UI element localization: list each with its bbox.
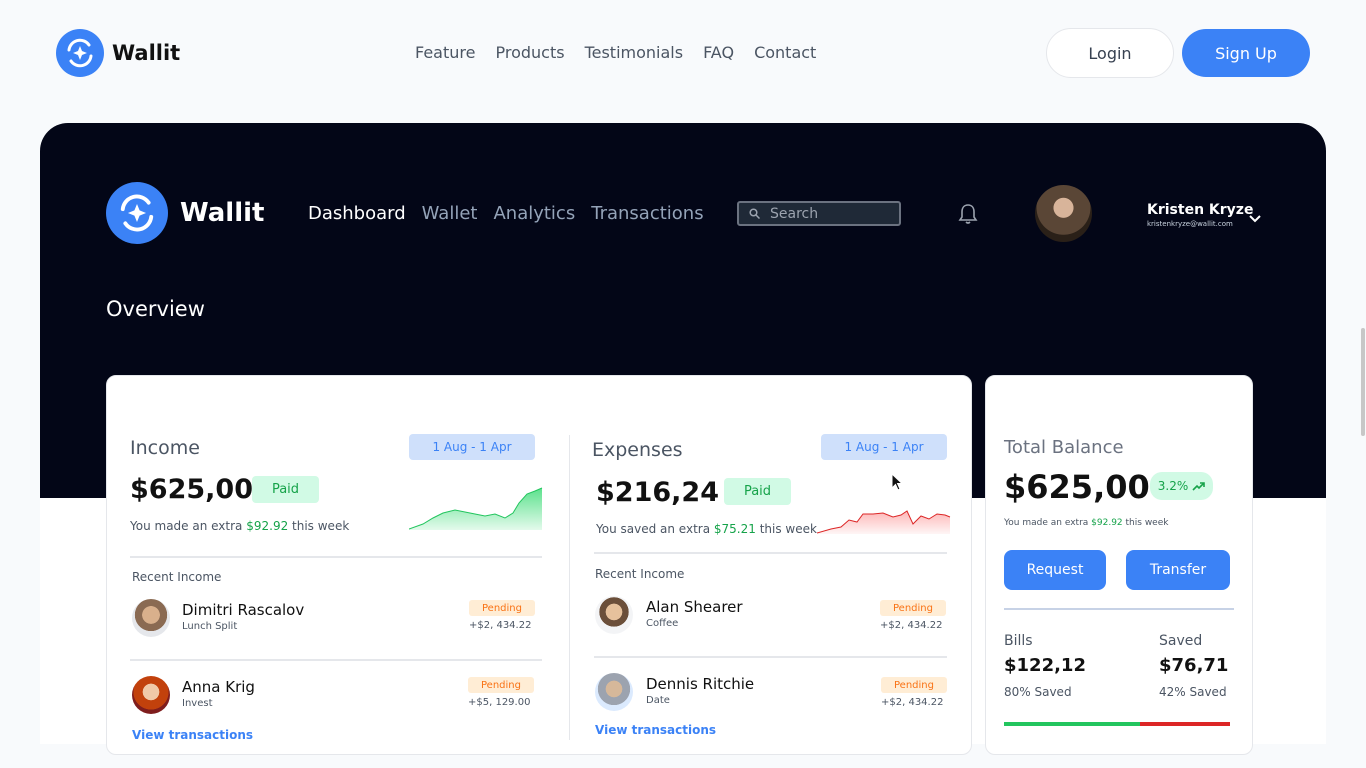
site-brand[interactable]: Wallit xyxy=(112,41,180,65)
avatar xyxy=(595,596,633,634)
status-badge: Pending xyxy=(880,600,946,616)
saved-value: $76,71 xyxy=(1159,655,1229,676)
nav-link-products[interactable]: Products xyxy=(495,43,564,62)
bills-value: $122,12 xyxy=(1004,655,1086,676)
bills-sub: 80% Saved xyxy=(1004,685,1072,699)
income-amount: $625,00 xyxy=(130,474,253,505)
status-badge: Pending xyxy=(881,677,947,693)
view-transactions-link[interactable]: View transactions xyxy=(132,728,253,742)
expenses-divider xyxy=(594,552,947,554)
row-divider xyxy=(130,659,542,661)
request-button[interactable]: Request xyxy=(1004,550,1106,590)
avatar xyxy=(132,599,170,637)
income-item-amount: +$2, 434.22 xyxy=(469,620,532,631)
expense-item-name: Alan Shearer xyxy=(646,598,743,616)
search-input[interactable] xyxy=(770,205,880,222)
logo-icon[interactable] xyxy=(106,182,168,244)
income-item-sub: Lunch Split xyxy=(182,621,238,632)
bills-label: Bills xyxy=(1004,633,1033,649)
balance-amount: $625,00 xyxy=(1004,468,1150,506)
expense-item-amount: +$2, 434.22 xyxy=(881,697,944,708)
status-badge: Pending xyxy=(469,600,535,616)
search-box xyxy=(737,201,901,226)
view-transactions-link[interactable]: View transactions xyxy=(595,723,716,737)
expenses-note: You saved an extra $75.21 this week xyxy=(596,522,817,536)
bills-saved-progress xyxy=(1004,722,1230,726)
transfer-button[interactable]: Transfer xyxy=(1126,550,1230,590)
expenses-sparkline xyxy=(817,510,951,534)
income-date-range[interactable]: 1 Aug - 1 Apr xyxy=(409,434,535,460)
signup-button[interactable]: Sign Up xyxy=(1182,29,1310,77)
status-badge: Pending xyxy=(468,677,534,693)
login-button[interactable]: Login xyxy=(1046,28,1174,78)
tab-transactions[interactable]: Transactions xyxy=(591,203,703,224)
chevron-down-icon[interactable] xyxy=(1249,208,1261,227)
dashboard-brand[interactable]: Wallit xyxy=(180,198,264,228)
cursor-icon xyxy=(891,472,904,495)
search-icon xyxy=(749,208,760,219)
income-status-badge: Paid xyxy=(252,476,319,503)
tab-analytics[interactable]: Analytics xyxy=(493,203,575,224)
income-expenses-card xyxy=(106,375,972,755)
page-scrollbar[interactable] xyxy=(1361,328,1365,436)
expenses-date-range[interactable]: 1 Aug - 1 Apr xyxy=(821,434,947,460)
logo-icon[interactable] xyxy=(56,29,104,77)
income-title: Income xyxy=(130,437,200,459)
user-avatar[interactable] xyxy=(1035,185,1092,242)
expenses-title: Expenses xyxy=(592,439,683,461)
expenses-amount: $216,24 xyxy=(596,477,719,508)
expense-item-amount: +$2, 434.22 xyxy=(880,620,943,631)
saved-sub: 42% Saved xyxy=(1159,685,1227,699)
site-navbar: Wallit Feature Products Testimonials FAQ… xyxy=(0,0,1366,106)
income-note: You made an extra $92.92 this week xyxy=(130,519,350,533)
saved-progress-fill xyxy=(1139,722,1230,726)
balance-change-badge: 3.2% xyxy=(1150,472,1213,500)
nav-link-faq[interactable]: FAQ xyxy=(703,43,734,62)
income-item-amount: +$5, 129.00 xyxy=(468,697,531,708)
income-item-name: Dimitri Rascalov xyxy=(182,601,305,619)
balance-note: You made an extra $92.92 this week xyxy=(1004,518,1169,528)
user-name[interactable]: Kristen Kryze xyxy=(1147,202,1253,218)
row-divider xyxy=(594,656,947,658)
saved-label: Saved xyxy=(1159,633,1203,649)
balance-change-value: 3.2% xyxy=(1157,479,1189,493)
expenses-status-badge: Paid xyxy=(724,478,791,505)
income-item-sub: Invest xyxy=(182,698,213,709)
expense-item-sub: Coffee xyxy=(646,618,679,629)
avatar xyxy=(595,673,633,711)
page-title: Overview xyxy=(106,297,205,321)
tab-dashboard[interactable]: Dashboard xyxy=(308,203,406,224)
nav-link-contact[interactable]: Contact xyxy=(754,43,816,62)
nav-link-feature[interactable]: Feature xyxy=(415,43,475,62)
expense-item-sub: Date xyxy=(646,695,670,706)
tab-wallet[interactable]: Wallet xyxy=(422,203,478,224)
balance-title: Total Balance xyxy=(1004,437,1124,458)
expense-item-name: Dennis Ritchie xyxy=(646,675,755,693)
column-divider xyxy=(569,435,570,740)
bell-icon[interactable] xyxy=(957,202,979,226)
site-nav-links: Feature Products Testimonials FAQ Contac… xyxy=(415,43,816,62)
dashboard-tabs: Dashboard Wallet Analytics Transactions xyxy=(308,203,704,224)
income-divider xyxy=(130,556,542,558)
income-item-name: Anna Krig xyxy=(182,678,255,696)
recent-income-label: Recent Income xyxy=(132,570,222,584)
avatar xyxy=(132,676,170,714)
trend-up-icon xyxy=(1192,481,1206,491)
balance-divider xyxy=(1004,608,1234,610)
nav-link-testimonials[interactable]: Testimonials xyxy=(585,43,684,62)
income-sparkline xyxy=(409,487,543,530)
recent-expenses-label: Recent Income xyxy=(595,567,685,581)
user-email: kristenkryze@wallit.com xyxy=(1147,220,1233,228)
bills-progress-fill xyxy=(1004,722,1140,726)
